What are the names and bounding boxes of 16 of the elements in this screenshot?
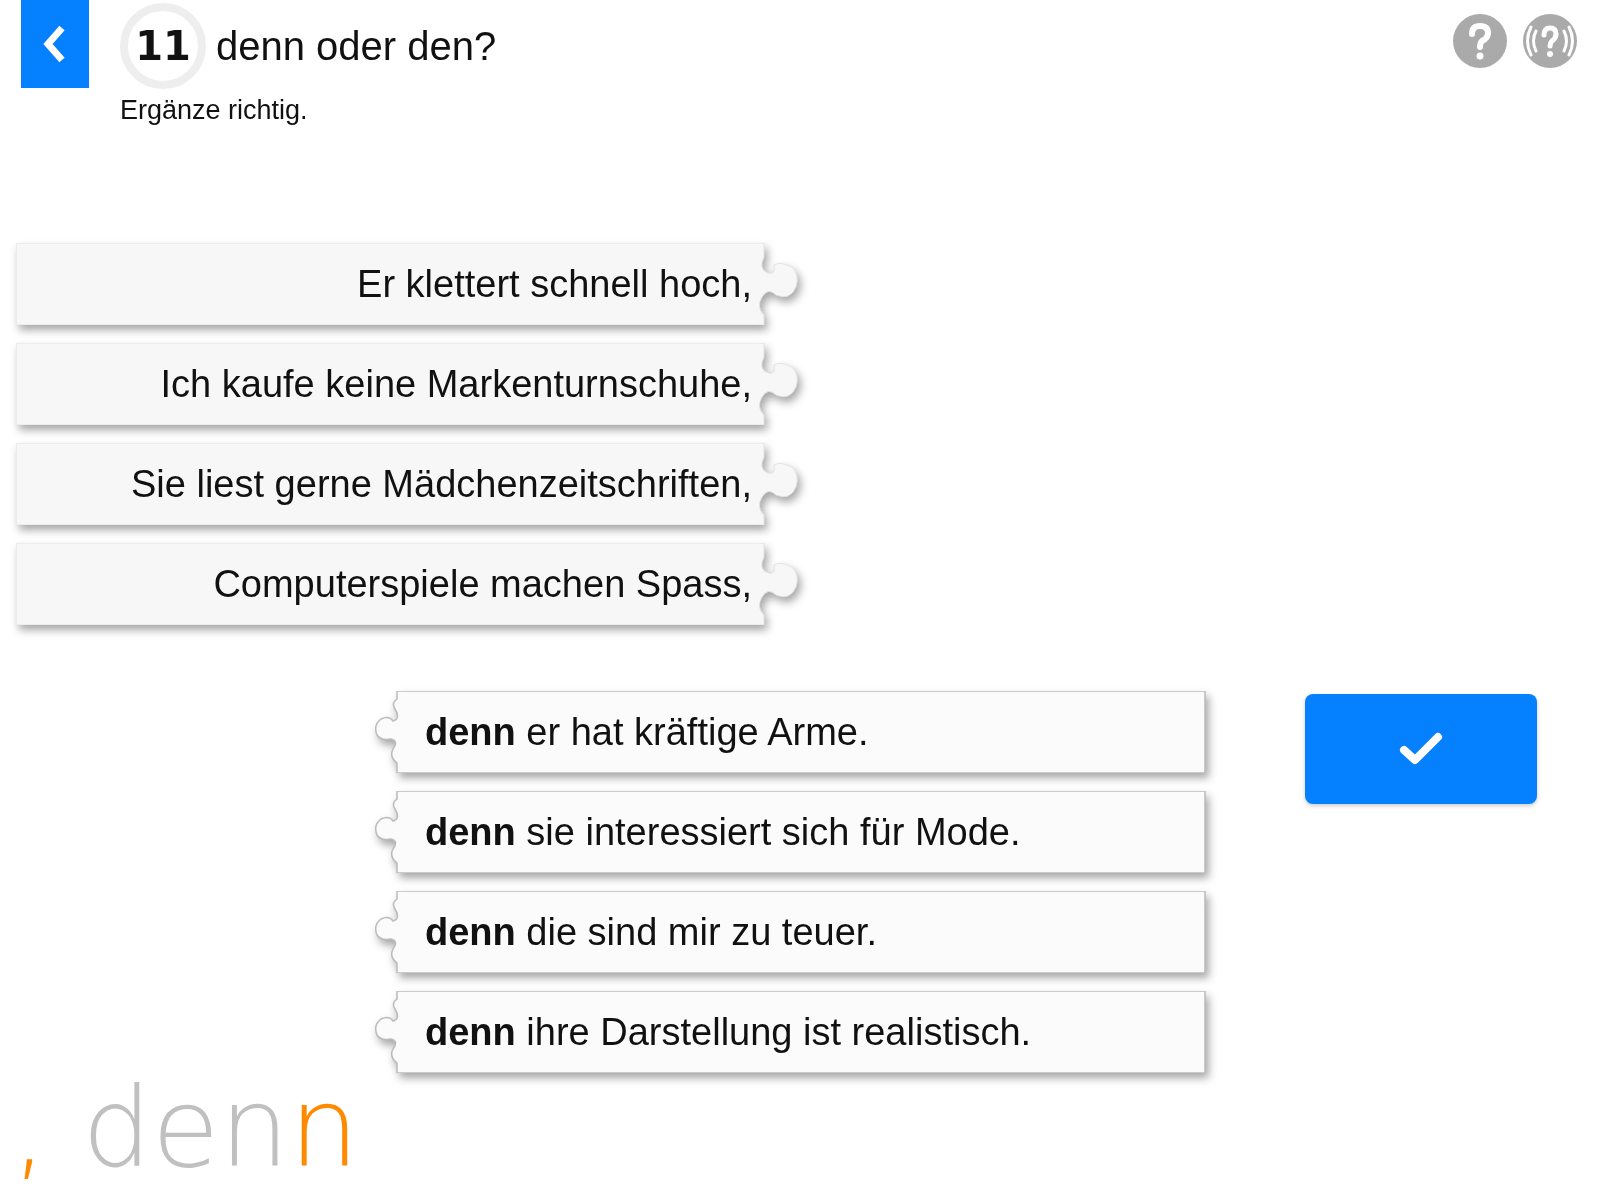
- sentence-text: Sie liest gerne Mädchenzeitschriften,: [131, 462, 752, 506]
- exercise-number: 11: [120, 3, 206, 89]
- sentence-text: denn er hat kräftige Arme.: [425, 710, 869, 754]
- back-button[interactable]: [21, 0, 89, 88]
- exercise-title: denn oder den?: [216, 23, 497, 69]
- sentence-text: Er klettert schnell hoch,: [357, 262, 752, 306]
- chevron-left-icon: [43, 24, 67, 64]
- sentence-text: denn sie interessiert sich für Mode.: [425, 810, 1021, 854]
- sentence-text: denn die sind mir zu teuer.: [425, 910, 877, 954]
- sentence-text: Computerspiele machen Spass,: [213, 562, 752, 606]
- logo-text: , den n: [12, 1073, 359, 1183]
- sentence-text: denn ihre Darstellung ist realistisch.: [425, 1010, 1032, 1054]
- instruction-text: Ergänze richtig.: [120, 95, 309, 126]
- sentence-text: Ich kaufe keine Markenturnschuhe,: [160, 362, 752, 406]
- check-button[interactable]: [1305, 694, 1537, 804]
- checkmark-icon: [1399, 732, 1443, 766]
